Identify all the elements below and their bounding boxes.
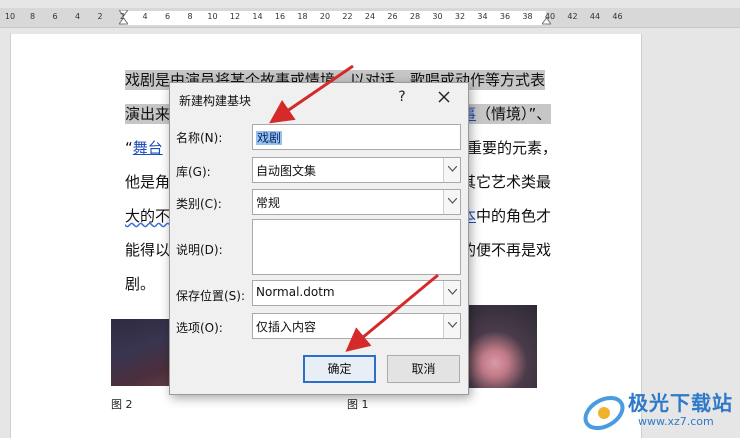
- doc-line-5-right: 本中的角色才: [461, 206, 551, 226]
- doc-line-3-right: 重要的元素，: [467, 139, 558, 157]
- name-label: 名称(N):: [176, 131, 223, 145]
- ruler-tick: 28: [409, 12, 421, 21]
- chevron-down-icon: [448, 322, 457, 328]
- category-value: 常规: [256, 196, 281, 210]
- gallery-label: 库(G):: [176, 165, 211, 179]
- ruler-tick: 26: [387, 12, 398, 21]
- chevron-down-icon: [448, 166, 457, 172]
- ruler-tick: 20: [319, 12, 331, 21]
- ruler-tick: 16: [274, 12, 286, 21]
- ruler-tick: 14: [252, 12, 263, 21]
- description-textarea[interactable]: [252, 219, 461, 275]
- ruler-tick: 34: [477, 12, 488, 21]
- doc-line-3: “舞台: [125, 139, 163, 157]
- gallery-select[interactable]: 自动图文集: [252, 157, 461, 183]
- save-location-value: Normal.dotm: [256, 285, 335, 299]
- ruler-tick: 10: [207, 12, 218, 21]
- options-dropdown-button[interactable]: [443, 314, 460, 338]
- chevron-down-icon: [448, 198, 457, 204]
- caption-figure-2: 图 2: [111, 398, 133, 411]
- image-flower-photo[interactable]: [467, 305, 537, 388]
- ruler-tick: 46: [612, 12, 623, 21]
- watermark-url: www.xz7.com: [638, 415, 714, 428]
- ruler-tick: 42: [567, 12, 578, 21]
- save-location-select[interactable]: Normal.dotm: [252, 280, 461, 306]
- ruler-tick: 6: [164, 12, 171, 21]
- options-value: 仅插入内容: [256, 320, 317, 334]
- ruler-tick: 4: [74, 12, 81, 21]
- ruler-tick: 40: [544, 12, 556, 21]
- doc-line-7: 剧。: [125, 275, 156, 293]
- ruler-tick: 4: [142, 12, 148, 21]
- chevron-down-icon: [448, 289, 457, 295]
- help-button[interactable]: ?: [394, 89, 410, 105]
- logo-icon: [583, 395, 625, 431]
- ruler-tick: 10: [4, 12, 16, 21]
- ruler-tick: 22: [342, 12, 353, 21]
- ruler-tick: 32: [454, 12, 466, 21]
- description-label: 说明(D):: [176, 243, 223, 257]
- save-location-label: 保存位置(S):: [176, 289, 246, 303]
- dialog-title: 新建构建基块: [179, 94, 252, 108]
- new-building-block-dialog: 新建构建基块 ? 名称(N): 戏剧 库(G): 自动图文集 类别(C): 常规…: [169, 82, 469, 395]
- ruler-tick: 36: [499, 12, 511, 21]
- ruler-tick: 2: [97, 12, 103, 21]
- save-location-dropdown-button[interactable]: [443, 281, 460, 305]
- gallery-value: 自动图文集: [256, 164, 317, 178]
- ok-button[interactable]: 确定: [303, 355, 376, 383]
- caption-figure-1: 图 1: [347, 398, 369, 411]
- name-input[interactable]: 戏剧: [252, 124, 461, 150]
- ruler-tick: 8: [29, 12, 36, 21]
- gallery-dropdown-button[interactable]: [443, 158, 460, 182]
- doc-line-4: 他是角: [125, 173, 171, 191]
- cancel-button[interactable]: 取消: [387, 355, 460, 383]
- name-input-value: 戏剧: [256, 131, 283, 145]
- ruler-tick: 44: [589, 12, 601, 21]
- category-dropdown-button[interactable]: [443, 190, 460, 214]
- options-select[interactable]: 仅插入内容: [252, 313, 461, 339]
- options-label: 选项(O):: [176, 321, 223, 335]
- doc-line-6-right: 的便不再是戏: [461, 241, 552, 259]
- image-stage-photo[interactable]: [111, 319, 169, 386]
- ruler-tick: 12: [229, 12, 241, 21]
- close-icon[interactable]: [435, 88, 453, 106]
- ruler-tick: 30: [432, 12, 443, 21]
- horizontal-ruler[interactable]: 10 8 6 4 2 2 4 6 8 10 12 14 16 18 20 22 24 26 28 30 32 34 36 38…: [0, 8, 740, 28]
- category-select[interactable]: 常规: [252, 189, 461, 215]
- category-label: 类别(C):: [176, 197, 222, 211]
- doc-line-2-right: 事（情境）”、: [461, 104, 552, 124]
- doc-line-6: 能得以: [125, 241, 171, 259]
- ruler-tick: 24: [364, 12, 376, 21]
- ruler-tick: 8: [187, 12, 193, 21]
- ruler-tick: 2: [119, 12, 126, 21]
- doc-line-5: 大的不: [125, 207, 171, 225]
- ruler-tick: 18: [297, 12, 308, 21]
- watermark-text: 极光下载站: [628, 391, 733, 415]
- ruler-tick: 38: [522, 12, 533, 21]
- doc-line-4-right: 其它艺术类最: [461, 173, 552, 191]
- site-watermark: 极光下载站 www.xz7.com: [578, 385, 740, 438]
- stage-link[interactable]: 舞台: [133, 139, 163, 157]
- ruler-tick: 6: [52, 12, 58, 21]
